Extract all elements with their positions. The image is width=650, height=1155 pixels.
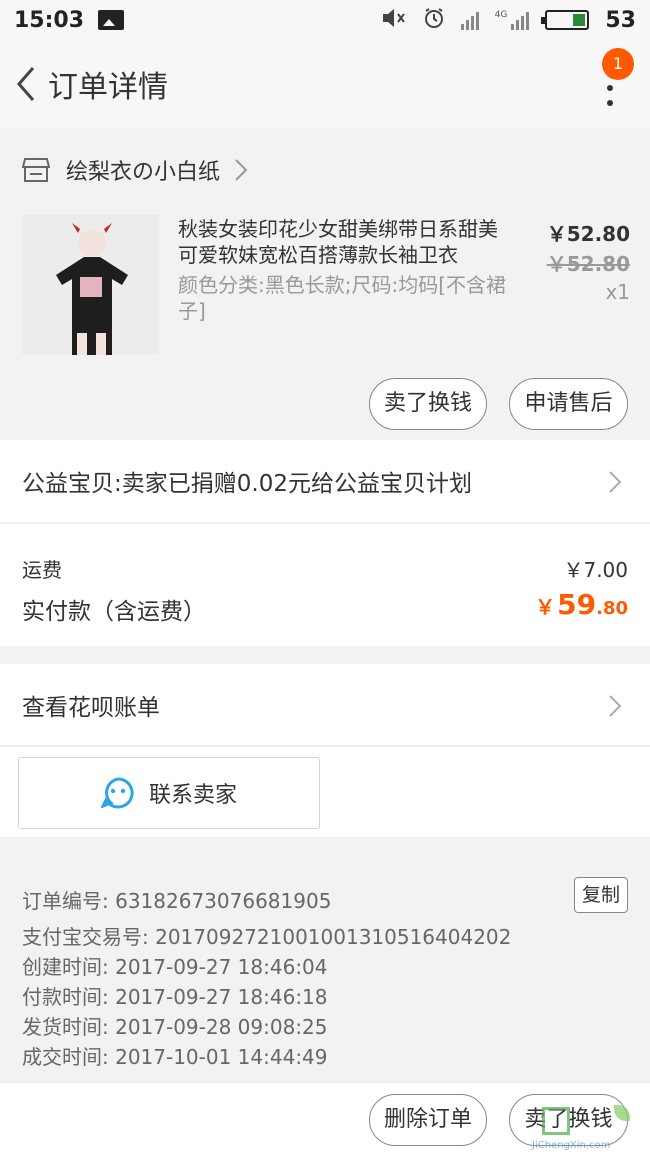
charity-text: 公益宝贝:卖家已捐赠0.02元给公益宝贝计划 [22, 471, 472, 497]
paid-label: 实付款（含运费） [22, 599, 206, 625]
shop-name: 绘梨衣の小白纸 [66, 160, 221, 185]
copy-button[interactable]: 复制 [574, 877, 628, 913]
product-original-price: ￥52.80 [546, 252, 630, 276]
back-button[interactable] [4, 54, 48, 114]
order-info: 订单编号: 63182673076681905 复制 支付宝交易号: 20170… [0, 855, 650, 1081]
watermark-logo: JiChengXin.com [530, 1105, 648, 1151]
chevron-right-icon [235, 159, 248, 181]
product-spec: 颜色分类:黑色长款;尺码:均码[不含裙子] [178, 273, 507, 323]
alipay-trade-number: 支付宝交易号: 2017092721001001310516404202 [22, 925, 512, 949]
paid-decimal: .80 [596, 598, 628, 619]
paid-integer: 59 [557, 588, 597, 621]
chat-face-icon [100, 777, 134, 809]
product-quantity: x1 [605, 280, 630, 304]
image-notification-icon [98, 10, 125, 30]
chevron-right-icon [609, 471, 622, 493]
store-icon [22, 158, 50, 182]
watermark-text: JiChengXin.com [532, 1140, 611, 1151]
signal-4g-icon: 4G [495, 10, 530, 30]
mute-icon [381, 7, 407, 34]
page-title: 订单详情 [48, 70, 168, 105]
alarm-icon [423, 7, 445, 34]
bottom-action-bar: 删除订单 卖了换钱 JiChengXin.com [0, 1082, 650, 1155]
product-image [22, 215, 159, 355]
huabei-label: 查看花呗账单 [22, 694, 160, 721]
shipping-value: ￥7.00 [563, 558, 628, 582]
apply-aftersale-button[interactable]: 申请售后 [509, 378, 628, 430]
network-type: 4G [494, 10, 508, 20]
paid-amount: ￥ 59 .80 [535, 588, 628, 621]
status-bar: 15:03 4G 53 [0, 0, 650, 40]
battery-level: 53 [605, 7, 636, 33]
shop-row[interactable]: 绘梨衣の小白纸 [0, 136, 650, 204]
delete-order-button[interactable]: 删除订单 [369, 1094, 487, 1146]
notification-badge: 1 [602, 48, 634, 80]
nav-bar: 订单详情 1 [0, 40, 650, 128]
product-item[interactable]: 秋装女装印花少女甜美绑带日系甜美可爱软妹宽松百搭薄款长袖卫衣 颜色分类:黑色长款… [0, 204, 650, 438]
huabei-bill-row[interactable]: 查看花呗账单 [0, 664, 650, 746]
shipping-label: 运费 [22, 558, 62, 582]
sell-for-cash-button[interactable]: 卖了换钱 [369, 378, 487, 430]
product-price: ￥52.80 [546, 222, 630, 246]
fee-summary: 运费 ￥7.00 实付款（含运费） ￥ 59 .80 [0, 524, 650, 646]
contact-area: 联系卖家 [0, 747, 650, 837]
paid-currency: ￥ [535, 595, 556, 619]
paid-time: 付款时间: 2017-09-27 18:46:18 [22, 985, 328, 1009]
completed-time: 成交时间: 2017-10-01 14:44:49 [22, 1045, 328, 1069]
chevron-right-icon [609, 695, 622, 717]
signal-icon [460, 10, 479, 30]
product-name: 秋装女装印花少女甜美绑带日系甜美可爱软妹宽松百搭薄款长袖卫衣 [178, 217, 498, 267]
status-icons: 4G 53 [381, 7, 636, 34]
status-time: 15:03 [14, 7, 85, 33]
created-time: 创建时间: 2017-09-27 18:46:04 [22, 955, 328, 979]
contact-seller-label: 联系卖家 [148, 783, 237, 808]
order-number: 订单编号: 63182673076681905 [22, 889, 332, 913]
chevron-left-icon [17, 67, 35, 101]
shipped-time: 发货时间: 2017-09-28 09:08:25 [22, 1015, 328, 1039]
charity-row[interactable]: 公益宝贝:卖家已捐赠0.02元给公益宝贝计划 [0, 440, 650, 522]
contact-seller-button[interactable]: 联系卖家 [18, 757, 320, 829]
battery-icon [541, 10, 590, 30]
